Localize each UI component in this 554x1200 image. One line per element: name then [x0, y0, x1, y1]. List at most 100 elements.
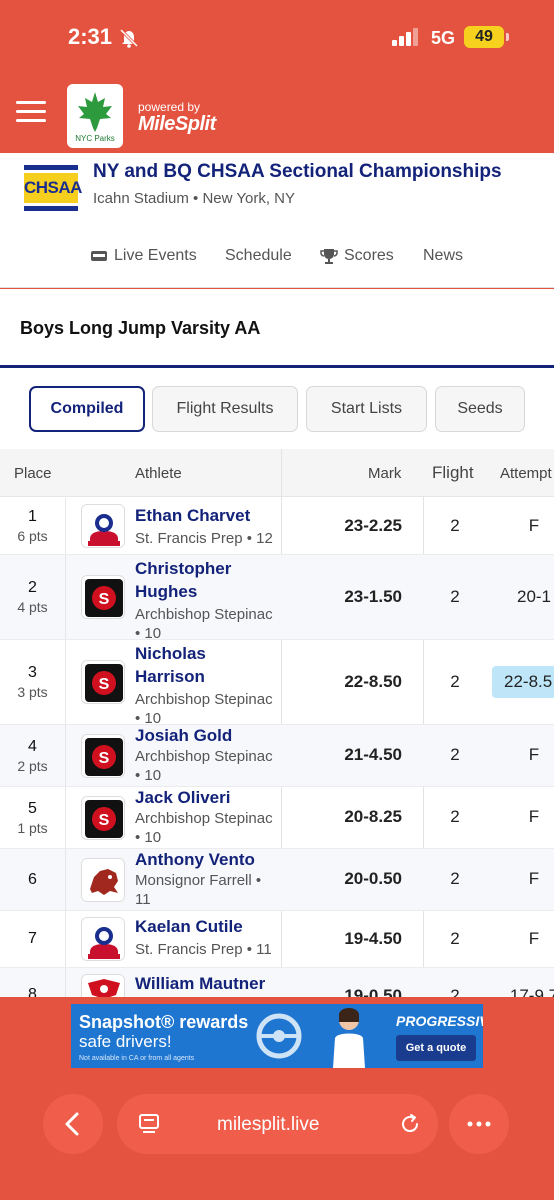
reader-icon: [139, 1114, 159, 1133]
table-row[interactable]: 5 1 pts S Jack Oliveri Archbishop Stepin…: [0, 787, 554, 849]
attempt: F: [528, 807, 540, 826]
status-time: 2:31: [68, 24, 113, 49]
attempt: 17-9.7: [509, 986, 554, 997]
header-place: Place: [14, 465, 52, 482]
athlete-name[interactable]: Christopher Hughes: [135, 557, 280, 603]
mark: 23-1.50: [344, 587, 402, 606]
nav-news[interactable]: News: [423, 247, 463, 265]
svg-text:S: S: [99, 812, 110, 829]
battery-tip: [506, 33, 509, 41]
athlete-cell: Jack Oliveri Archbishop Stepinac • 10: [135, 786, 280, 847]
ad-cta-button[interactable]: Get a quote: [396, 1035, 476, 1061]
points: 3 pts: [17, 684, 48, 700]
status-bar: 2:31 5G 49: [0, 0, 554, 75]
flight: 2: [450, 986, 460, 997]
tab-compiled[interactable]: Compiled: [29, 386, 145, 432]
table-row[interactable]: 8 William Mautner 19-0.50 2 17-9.7: [0, 968, 554, 997]
table-row[interactable]: 6 Anthony Vento Monsignor Farrell • 11 2…: [0, 849, 554, 911]
trophy-icon: [320, 249, 338, 264]
svg-text:S: S: [99, 676, 110, 693]
attempt: 20-1: [516, 587, 552, 606]
nyc-parks-label: NYC Parks: [75, 134, 115, 143]
place: 6: [28, 870, 37, 888]
nav-scores[interactable]: Scores: [320, 247, 394, 265]
back-button[interactable]: [43, 1094, 103, 1154]
chsaa-logo: CHSAA: [24, 165, 82, 211]
mark: 19-4.50: [344, 929, 402, 948]
attempt: F: [528, 929, 540, 948]
points: 1 pts: [17, 819, 48, 836]
meet-location: Icahn Stadium • New York, NY: [93, 190, 296, 207]
school: St. Francis Prep • 12: [135, 530, 273, 547]
meet-title[interactable]: NY and BQ CHSAA Sectional Championships: [93, 161, 502, 183]
tab-start-lists[interactable]: Start Lists: [306, 386, 427, 432]
athlete-name[interactable]: Kaelan Cutile: [135, 915, 280, 938]
place-cell: 6: [0, 849, 66, 910]
header-attempt: Attempt: [500, 465, 552, 482]
athlete-name[interactable]: William Mautner: [135, 972, 280, 995]
athlete-name[interactable]: Ethan Charvet: [135, 504, 280, 527]
nav-schedule[interactable]: Schedule: [225, 247, 292, 265]
menu-icon[interactable]: [16, 101, 46, 123]
address-bar[interactable]: milesplit.live: [117, 1094, 438, 1154]
place: 1: [28, 508, 37, 525]
school: Archbishop Stepinac • 10: [135, 810, 273, 846]
school: St. Francis Prep • 11: [135, 941, 272, 958]
athlete-name[interactable]: Jack Oliveri: [135, 786, 280, 809]
nav-live-events[interactable]: Live Events: [90, 247, 197, 265]
st-francis-prep-logo: [81, 917, 125, 961]
woman-figure-icon: [333, 1008, 365, 1068]
flight: 2: [450, 516, 460, 535]
url-text: milesplit.live: [217, 1114, 320, 1135]
meet-header: CHSAA NY and BQ CHSAA Sectional Champion…: [0, 153, 554, 288]
chevron-left-icon: [65, 1112, 79, 1136]
milesplit-logo[interactable]: MileSplit: [138, 113, 216, 136]
tab-flight-results[interactable]: Flight Results: [152, 386, 298, 432]
mark: 19-0.50: [344, 986, 402, 997]
maple-leaf-icon: [78, 92, 112, 132]
school: Archbishop Stepinac • 10: [135, 606, 273, 642]
flight: 2: [450, 929, 460, 948]
place: 4: [28, 737, 37, 755]
event-section: Boys Long Jump Varsity AA: [0, 289, 554, 368]
athlete-cell: Christopher Hughes Archbishop Stepinac •…: [135, 557, 280, 643]
header-flight: Flight: [432, 463, 474, 482]
table-row[interactable]: 2 4 pts S Christopher Hughes Archbishop …: [0, 555, 554, 643]
more-options-button[interactable]: [449, 1094, 509, 1154]
place-cell: 8: [0, 968, 66, 997]
results-table[interactable]: Place Athlete Mark Flight Attempt 1 6 pt…: [0, 449, 554, 997]
athlete-name[interactable]: Anthony Vento: [135, 848, 280, 871]
app-header: NYC Parks powered by MileSplit: [0, 75, 554, 153]
svg-text:S: S: [99, 591, 110, 608]
flight: 2: [450, 869, 460, 888]
school: Monsignor Farrell • 11: [135, 872, 262, 908]
nyc-parks-logo[interactable]: NYC Parks: [67, 84, 123, 148]
attempt-highlighted: 22-8.5: [492, 666, 554, 698]
table-row[interactable]: 1 6 pts Ethan Charvet St. Francis Prep •…: [0, 498, 554, 555]
svg-text:S: S: [99, 750, 110, 767]
place-cell: 4 2 pts: [0, 725, 66, 786]
monsignor-farrell-logo: [81, 858, 125, 902]
mark: 23-2.25: [344, 516, 402, 535]
ad-banner[interactable]: Snapshot® rewards safe drivers! Not avai…: [71, 1004, 483, 1068]
athlete-name[interactable]: Nicholas Harrison: [135, 642, 280, 688]
nav-scores-label: Scores: [344, 247, 394, 264]
archbishop-stepinac-logo: S: [81, 734, 125, 778]
signal-icon: [392, 28, 418, 46]
table-row[interactable]: 3 3 pts S Nicholas Harrison Archbishop S…: [0, 640, 554, 727]
results-tabs: Compiled Flight Results Start Lists Seed…: [0, 368, 554, 449]
tab-seeds[interactable]: Seeds: [435, 386, 525, 432]
reload-icon[interactable]: [398, 1112, 422, 1136]
athlete-cell: Ethan Charvet St. Francis Prep • 12: [135, 504, 280, 548]
table-row[interactable]: 7 Kaelan Cutile St. Francis Prep • 11 19…: [0, 911, 554, 968]
archbishop-stepinac-logo: S: [81, 660, 125, 704]
flight: 2: [450, 745, 460, 764]
meet-nav: Live Events Schedule Scores News: [0, 247, 554, 273]
place-cell: 3 3 pts: [0, 640, 66, 724]
athlete-name[interactable]: Josiah Gold: [135, 724, 280, 747]
table-row[interactable]: 4 2 pts S Josiah Gold Archbishop Stepina…: [0, 725, 554, 787]
place-cell: 1 6 pts: [0, 498, 66, 554]
points: 4 pts: [17, 599, 48, 615]
attempt: F: [528, 745, 540, 764]
battery-level: 49: [464, 26, 504, 48]
